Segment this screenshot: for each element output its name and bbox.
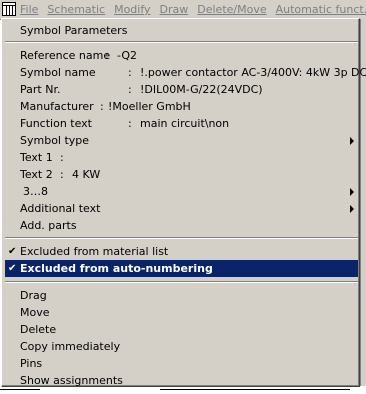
menu-item-symbol-name[interactable]: Symbol name: !.power contactor AC-3/400V:… [5, 64, 366, 81]
menu-item-copy-immediately[interactable]: Copy immediately [5, 338, 358, 355]
menu-item-label: Excluded from auto-numbering [20, 262, 213, 275]
menu-item-symbol-type[interactable]: Symbol type [5, 132, 358, 149]
context-menu: Symbol Parameters Reference name: -Q2 Sym… [1, 18, 366, 389]
menu-file[interactable]: File [20, 3, 38, 16]
menu-item-label: Show assignments [20, 374, 123, 387]
menu-item-excluded-from-material-list[interactable]: ✔ Excluded from material list [5, 243, 358, 260]
property-separator: : [100, 100, 104, 113]
menu-automatic-functions[interactable]: Automatic funct. [276, 3, 366, 16]
menu-item-symbol-parameters[interactable]: Symbol Parameters [5, 22, 358, 39]
menu-item-manufacturer[interactable]: Manufacturer: !Moeller GmbH [5, 98, 358, 115]
menu-item-label: Add. parts [20, 219, 77, 232]
property-value: !DIL00M-G/22(24VDC) [140, 83, 263, 96]
property-separator: : [60, 168, 64, 181]
property-value: 4 KW [72, 168, 101, 181]
menu-item-label: Symbol type [20, 134, 90, 147]
menu-item-label: Delete [20, 323, 57, 336]
submenu-arrow-icon [350, 205, 354, 213]
menu-separator [5, 237, 358, 239]
menu-separator [5, 41, 358, 43]
menu-item-label: Pins [20, 357, 43, 370]
property-value: !.power contactor AC-3/400V: 4kW 3p DC [140, 66, 366, 79]
menu-item-label: Excluded from material list [20, 245, 169, 258]
menu-item-text-2[interactable]: Text 2:4 KW [5, 166, 358, 183]
property-separator: : [128, 66, 132, 79]
menu-item-add-parts[interactable]: Add. parts [5, 217, 358, 234]
check-icon: ✔ [8, 263, 17, 274]
menu-item-label: Copy immediately [20, 340, 121, 353]
menu-item-label: 3…8 [23, 185, 48, 198]
property-separator: : [128, 117, 132, 130]
menu-item-pins[interactable]: Pins [5, 355, 358, 372]
menu-bar: File Schematic Modify Draw Delete/Move Automa… [0, 0, 366, 20]
property-label: Reference name [20, 49, 111, 62]
menu-modify[interactable]: Modify [114, 3, 150, 16]
menu-item-label: Symbol Parameters [20, 24, 128, 37]
menu-separator [5, 281, 358, 283]
menu-item-text-1[interactable]: Text 1: [5, 149, 358, 166]
submenu-arrow-icon [350, 137, 354, 145]
menu-draw[interactable]: Draw [160, 3, 189, 16]
property-separator: : [60, 151, 64, 164]
property-value: -Q2 [117, 49, 138, 62]
menu-item-label: Additional text [20, 202, 101, 215]
menu-item-delete[interactable]: Delete [5, 321, 358, 338]
app-menu-icon[interactable] [2, 2, 16, 16]
property-label: Function text [20, 117, 92, 130]
property-label: Text 1 [20, 151, 53, 164]
menu-item-function-text[interactable]: Function text: main circuit\non [5, 115, 358, 132]
submenu-arrow-icon [350, 188, 354, 196]
property-separator: : [105, 49, 109, 62]
property-value: !Moeller GmbH [108, 100, 191, 113]
property-label: Manufacturer [20, 100, 94, 113]
menu-item-part-number[interactable]: Part Nr.: !DIL00M-G/22(24VDC) [5, 81, 358, 98]
menu-delete-move[interactable]: Delete/Move [197, 3, 266, 16]
property-label: Symbol name [20, 66, 96, 79]
menu-item-show-assignments[interactable]: Show assignments [5, 372, 358, 389]
property-label: Part Nr. [20, 83, 61, 96]
menu-item-excluded-from-auto-numbering[interactable]: ✔ Excluded from auto-numbering [5, 260, 358, 277]
check-icon: ✔ [8, 246, 17, 257]
property-label: Text 2 [20, 168, 53, 181]
menu-item-texts-3-8[interactable]: 3…8 [5, 183, 358, 200]
menu-item-drag[interactable]: Drag [5, 287, 358, 304]
menu-item-label: Move [20, 306, 50, 319]
menu-item-label: Drag [20, 289, 47, 302]
menu-item-reference-name[interactable]: Reference name: -Q2 [5, 47, 358, 64]
menu-item-move[interactable]: Move [5, 304, 358, 321]
property-separator: : [128, 83, 132, 96]
menu-item-additional-text[interactable]: Additional text [5, 200, 358, 217]
menu-schematic[interactable]: Schematic [47, 3, 105, 16]
property-value: main circuit\non [140, 117, 230, 130]
